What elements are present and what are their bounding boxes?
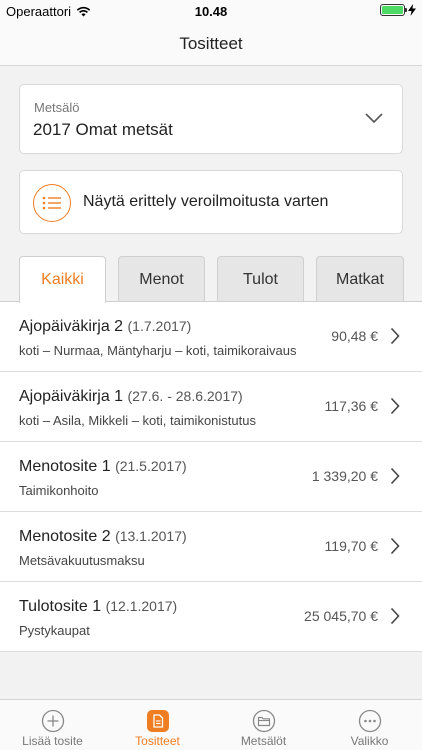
charging-bolt-icon: [408, 4, 416, 16]
document-icon: [146, 710, 169, 732]
tabbar-forests[interactable]: Metsälöt: [211, 700, 316, 750]
entry-title: Ajopäiväkirja 1 (27.6. - 28.6.2017): [19, 388, 243, 405]
entry-amount: 25 045,70 €: [304, 608, 378, 624]
tabbar-menu[interactable]: Valikko: [317, 700, 422, 750]
chevron-right-icon: [390, 327, 400, 345]
tab-trips[interactable]: Matkat: [316, 256, 404, 302]
chevron-right-icon: [390, 467, 400, 485]
forest-select[interactable]: Metsälö 2017 Omat metsät: [19, 84, 403, 154]
tabbar-vouchers[interactable]: Tositteet: [105, 700, 210, 750]
entry-subtitle: Taimikonhoito: [19, 483, 99, 498]
tab-all[interactable]: Kaikki: [19, 256, 106, 303]
entry-date: (1.7.2017): [127, 318, 192, 334]
list-item[interactable]: Menotosite 1 (21.5.2017) Taimikonhoito 1…: [0, 442, 422, 512]
chevron-right-icon: [390, 607, 400, 625]
more-icon: [358, 709, 381, 733]
plus-circle-icon: [41, 709, 64, 733]
chevron-right-icon: [390, 397, 400, 415]
entry-title: Ajopäiväkirja 2 (1.7.2017): [19, 318, 192, 335]
entry-amount: 119,70 €: [324, 538, 378, 554]
folder-icon: [252, 709, 275, 733]
tabbar-label: Metsälöt: [240, 734, 287, 748]
entry-title: Tulotosite 1 (12.1.2017): [19, 598, 178, 615]
entry-subtitle: koti – Asila, Mikkeli – koti, taimikonis…: [19, 413, 256, 428]
entry-amount: 1 339,20 €: [311, 468, 378, 484]
entry-subtitle: Pystykaupat: [19, 623, 90, 638]
filter-tabs: Kaikki Menot Tulot Matkat: [0, 256, 422, 303]
entry-date: (12.1.2017): [105, 598, 178, 614]
navigation-bar: Tositteet: [0, 22, 422, 66]
list-item[interactable]: Ajopäiväkirja 2 (1.7.2017) koti – Nurmaa…: [0, 302, 422, 372]
page-title: Tositteet: [179, 34, 243, 53]
chevron-right-icon: [390, 537, 400, 555]
entry-date: (27.6. - 28.6.2017): [127, 388, 243, 404]
tabbar-add-voucher[interactable]: Lisää tosite: [0, 700, 105, 750]
entry-title: Menotosite 1 (21.5.2017): [19, 458, 187, 475]
tabbar-label: Valikko: [350, 734, 389, 748]
list-item[interactable]: Ajopäiväkirja 1 (27.6. - 28.6.2017) koti…: [0, 372, 422, 442]
battery-indicator: [380, 4, 416, 16]
entry-subtitle: Metsävakuutusmaksu: [19, 553, 145, 568]
entry-amount: 117,36 €: [324, 398, 378, 414]
battery-icon: [380, 4, 407, 16]
entry-date: (13.1.2017): [115, 528, 187, 544]
forest-select-value: 2017 Omat metsät: [33, 120, 173, 139]
status-bar: Operaattori 10.48: [0, 0, 422, 22]
entry-subtitle: koti – Nurmaa, Mäntyharju – koti, taimik…: [19, 343, 297, 358]
tab-income[interactable]: Tulot: [217, 256, 304, 302]
list-icon: [33, 184, 71, 222]
entry-date: (21.5.2017): [115, 458, 187, 474]
chevron-down-icon: [365, 113, 383, 124]
bottom-tab-bar: Lisää tosite Tositteet Metsälöt Valikko: [0, 699, 422, 750]
entry-amount: 90,48 €: [331, 328, 378, 344]
tax-breakdown-label: Näytä erittely veroilmoitusta varten: [83, 193, 329, 210]
entry-title: Menotosite 2 (13.1.2017): [19, 528, 187, 545]
tax-breakdown-button[interactable]: Näytä erittely veroilmoitusta varten: [19, 170, 403, 234]
tabbar-label: Tositteet: [135, 734, 180, 748]
tabbar-label: Lisää tosite: [22, 734, 83, 748]
list-item[interactable]: Tulotosite 1 (12.1.2017) Pystykaupat 25 …: [0, 582, 422, 652]
tab-expenses[interactable]: Menot: [118, 256, 205, 302]
list-item[interactable]: Menotosite 2 (13.1.2017) Metsävakuutusma…: [0, 512, 422, 582]
entries-list: Ajopäiväkirja 2 (1.7.2017) koti – Nurmaa…: [0, 302, 422, 652]
clock: 10.48: [194, 4, 228, 19]
forest-select-label: Metsälö: [34, 100, 80, 115]
